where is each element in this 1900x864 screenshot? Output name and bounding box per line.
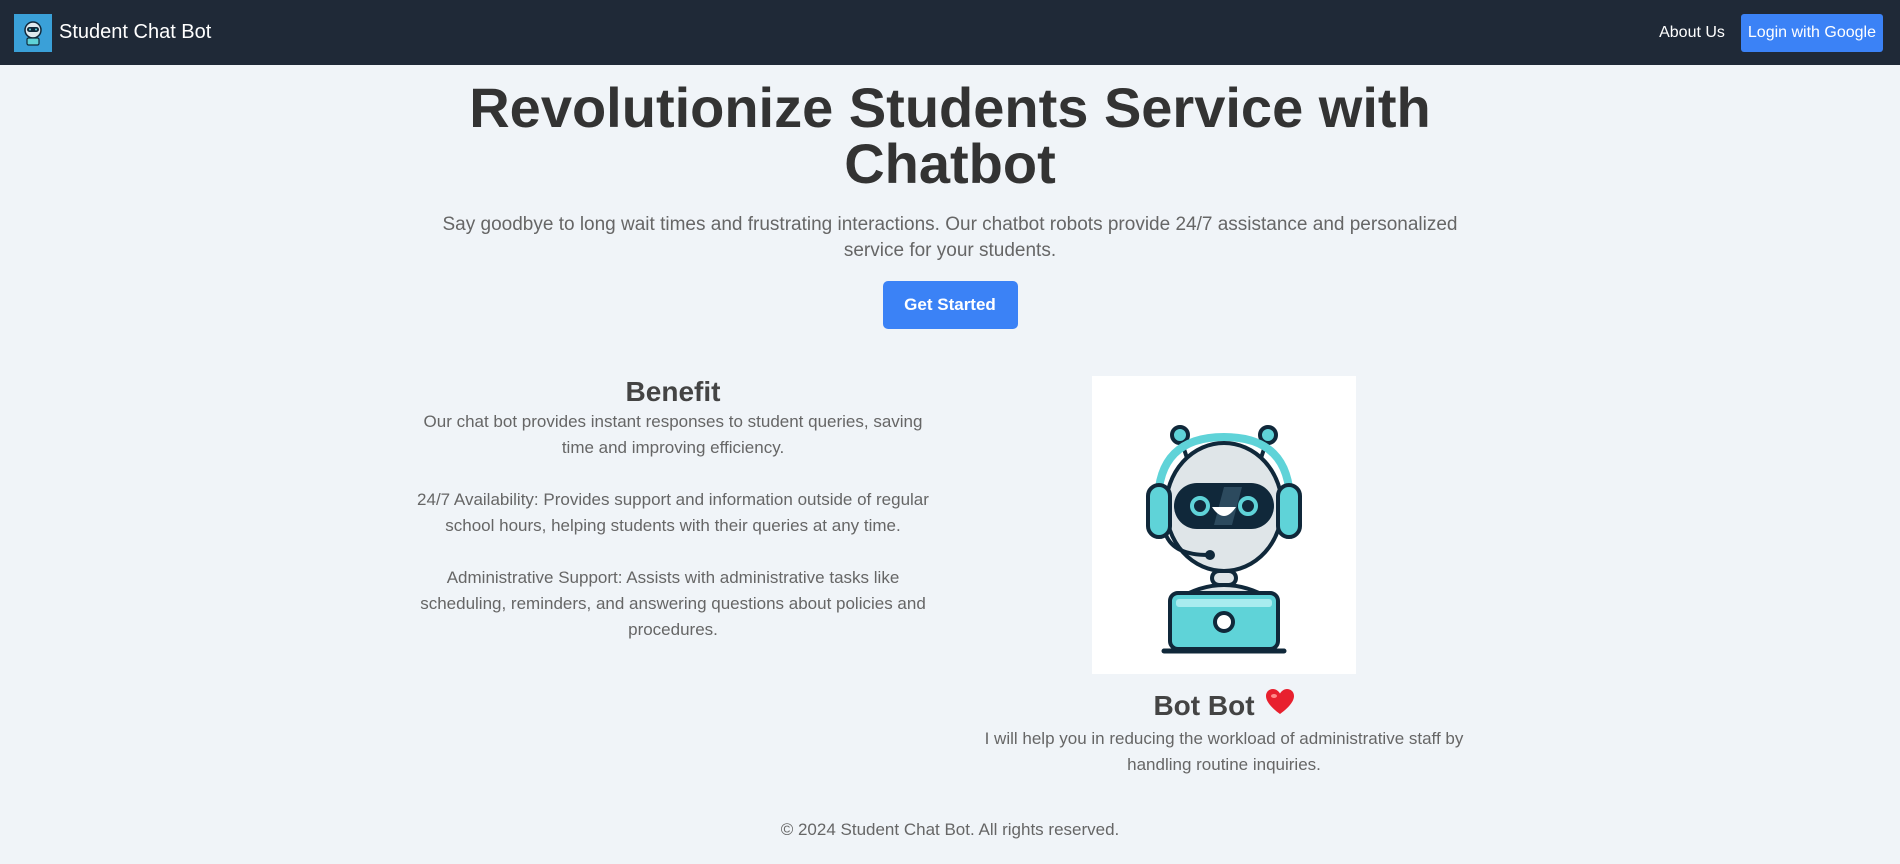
login-with-google-button[interactable]: Login with Google [1740, 13, 1883, 52]
footer: © 2024 Student Chat Bot. All rights rese… [0, 820, 1900, 840]
benefit-paragraph: Administrative Support: Assists with adm… [420, 568, 926, 639]
nav-actions: About Us Login with Google [1659, 13, 1883, 52]
bot-name-heading: Bot Bot [1153, 688, 1294, 724]
hero-section: Revolutionize Students Service with Chat… [0, 80, 1900, 329]
benefit-paragraph: Our chat bot provides instant responses … [423, 412, 923, 457]
benefit-paragraph: 24/7 Availability: Provides support and … [417, 490, 929, 535]
heart-icon [1265, 688, 1295, 724]
robot-with-laptop-illustration [1092, 376, 1356, 674]
get-started-button[interactable]: Get Started [882, 281, 1018, 329]
brand[interactable]: Student Chat Bot [14, 13, 212, 52]
hero-title: Revolutionize Students Service with Chat… [469, 76, 1431, 195]
hero-subtitle: Say goodbye to long wait times and frust… [442, 214, 1458, 261]
about-us-link[interactable]: About Us [1659, 24, 1725, 42]
benefit-heading: Benefit [625, 376, 721, 407]
copyright-text: © 2024 Student Chat Bot. All rights rese… [780, 820, 1120, 839]
bot-description: I will help you in reducing the workload… [984, 729, 1464, 774]
robot-logo-icon [14, 13, 52, 52]
bot-info: Bot Bot I will help you in reducing the … [963, 688, 1485, 778]
bot-name: Bot Bot [1153, 690, 1255, 721]
brand-name: Student Chat Bot [59, 21, 212, 43]
benefit-section: Benefit Our chat bot provides instant re… [410, 375, 936, 669]
top-navbar: Student Chat Bot About Us Login with Goo… [0, 0, 1900, 65]
